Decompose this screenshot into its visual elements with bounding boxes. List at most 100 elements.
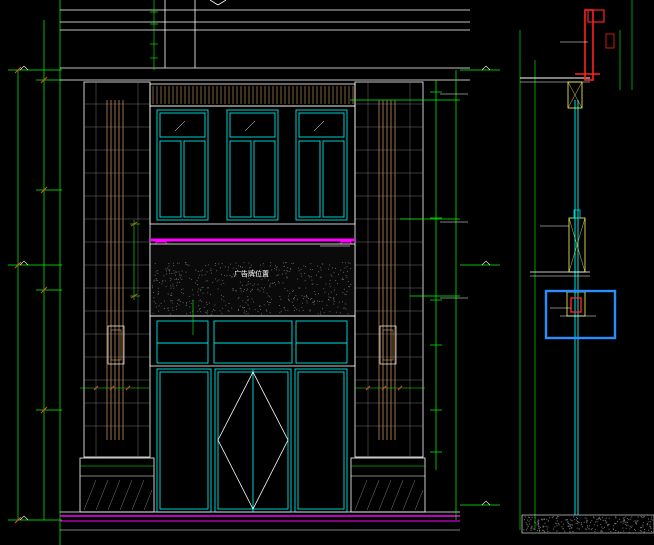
floor-texture-dot <box>641 516 643 518</box>
stone-texture-dot <box>284 309 286 311</box>
stone-texture-dot <box>300 273 302 275</box>
stone-texture-dot <box>201 274 203 276</box>
floor-texture-dot <box>600 519 602 521</box>
stone-texture-dot <box>169 277 171 279</box>
stone-texture-dot <box>297 278 298 280</box>
stone-texture-dot <box>213 309 214 311</box>
stone-texture-dot <box>346 266 348 268</box>
floor-texture-dot <box>539 527 541 529</box>
floor-texture-dot <box>583 521 585 523</box>
stone-texture-dot <box>266 309 267 311</box>
stone-texture-dot <box>260 309 261 310</box>
stone-texture-dot <box>185 271 187 273</box>
stone-texture-dot <box>344 267 346 269</box>
stone-texture-dot <box>342 301 343 303</box>
stone-texture-dot <box>196 280 198 282</box>
floor-texture-dot <box>588 528 590 530</box>
stone-texture-dot <box>245 302 247 304</box>
floor-texture-dot <box>627 524 629 526</box>
floor-texture-dot <box>538 520 540 522</box>
stone-texture-dot <box>304 280 306 282</box>
stone-texture-dot <box>167 293 169 295</box>
floor-texture-dot <box>569 525 571 527</box>
floor-texture-dot <box>542 526 544 528</box>
stone-texture-dot <box>224 266 226 268</box>
floor-texture-dot <box>610 531 612 533</box>
stone-texture-dot <box>251 289 253 291</box>
floor-texture-dot <box>641 527 642 529</box>
stone-texture-dot <box>178 298 180 300</box>
stone-texture-dot <box>329 279 331 281</box>
stone-texture-dot <box>259 305 261 307</box>
floor-texture-dot <box>637 520 639 521</box>
floor-texture-dot <box>576 517 578 519</box>
floor-texture-dot <box>586 525 588 527</box>
stone-texture-dot <box>275 267 277 269</box>
stone-texture-dot <box>250 291 251 293</box>
stone-texture-dot <box>283 265 285 267</box>
stone-texture-dot <box>345 294 347 295</box>
stone-texture-dot <box>286 277 288 279</box>
floor-texture-dot <box>567 522 569 524</box>
stone-texture-dot <box>198 305 199 307</box>
stone-texture-dot <box>170 300 172 302</box>
stone-texture-dot <box>176 262 178 264</box>
stone-texture-dot <box>161 283 163 285</box>
floor-texture-dot <box>556 530 558 532</box>
stone-texture-dot <box>242 300 244 302</box>
stone-texture-dot <box>247 281 249 283</box>
stone-texture-dot <box>298 270 300 272</box>
stone-texture-dot <box>178 262 180 264</box>
stone-texture-dot <box>211 272 212 274</box>
floor-texture-dot <box>576 519 578 521</box>
floor-texture-dot <box>615 516 617 518</box>
stone-texture-dot <box>298 310 300 312</box>
stone-texture-dot <box>156 270 158 271</box>
floor-texture-dot <box>648 518 649 520</box>
floor-texture-dot <box>572 531 574 532</box>
floor-texture-dot <box>581 526 583 528</box>
floor-texture-dot <box>571 520 573 522</box>
floor-texture-dot <box>615 530 617 531</box>
floor-texture-dot <box>536 530 538 532</box>
floor-texture-dot <box>617 520 619 522</box>
stone-texture-dot <box>289 292 291 294</box>
floor-texture-dot <box>608 528 610 530</box>
stone-texture-dot <box>313 301 315 303</box>
stone-texture-dot <box>328 293 330 295</box>
stone-texture-dot <box>242 284 243 286</box>
floor-texture-dot <box>617 531 619 533</box>
stone-texture-dot <box>323 312 325 314</box>
floor-texture-dot <box>578 528 580 530</box>
stone-texture-dot <box>345 303 347 305</box>
stone-texture-dot <box>313 291 315 292</box>
stone-texture-dot <box>156 279 158 281</box>
floor-texture-dot <box>607 524 609 526</box>
floor-texture-dot <box>570 527 572 529</box>
stone-texture-dot <box>152 285 153 287</box>
stone-texture-dot <box>289 271 291 273</box>
stone-texture-dot <box>278 282 280 284</box>
floor-texture-dot <box>534 516 536 518</box>
stone-texture-dot <box>172 285 174 287</box>
floor-texture-dot <box>625 527 627 529</box>
floor-texture-dot <box>574 519 576 521</box>
floor-texture-dot <box>558 523 560 525</box>
floor-texture-dot <box>546 518 548 520</box>
stone-texture-dot <box>276 266 278 268</box>
floor-texture-dot <box>569 531 571 533</box>
floor-texture-dot <box>649 526 651 528</box>
stone-texture-dot <box>271 269 272 271</box>
floor-texture-dot <box>601 526 603 528</box>
stone-texture-dot <box>285 262 286 264</box>
stone-texture-dot <box>267 295 269 297</box>
stone-texture-dot <box>282 273 283 275</box>
stone-texture-dot <box>320 269 322 271</box>
stone-texture-dot <box>206 303 208 305</box>
stone-texture-dot <box>329 283 331 285</box>
stone-texture-dot <box>278 281 279 283</box>
floor-texture-dot <box>570 519 572 521</box>
stone-texture-dot <box>180 274 182 276</box>
floor-texture-dot <box>571 524 573 526</box>
floor-texture-dot <box>636 520 638 522</box>
